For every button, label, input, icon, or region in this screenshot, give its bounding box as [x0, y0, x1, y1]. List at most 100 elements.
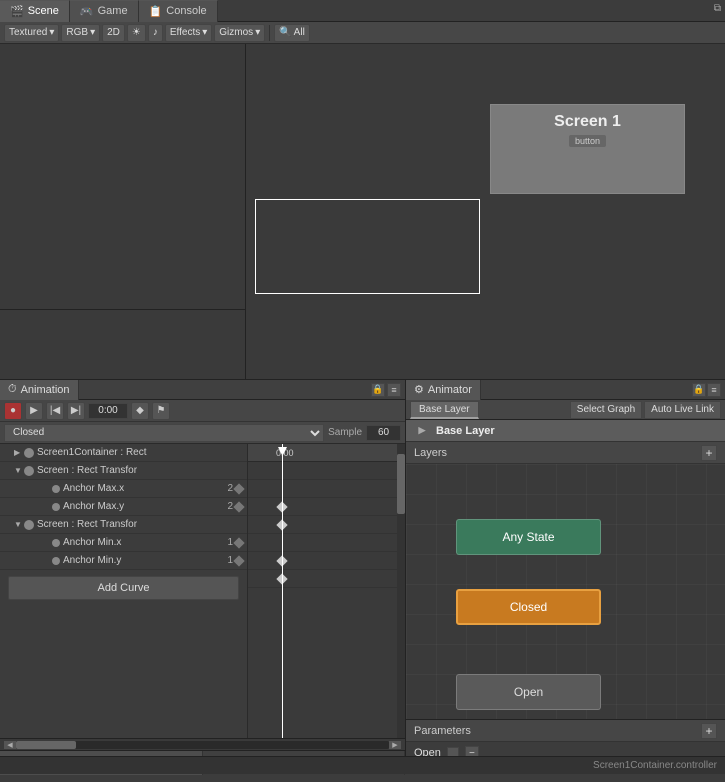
- animator-icon: ⚙: [414, 383, 424, 396]
- twod-label: 2D: [107, 27, 120, 38]
- prop-anchor-min-y[interactable]: Anchor Min.y 1: [0, 552, 247, 570]
- textured-label: Textured: [9, 27, 47, 38]
- timeline-row-5: [248, 552, 405, 570]
- any-state-node[interactable]: Any State: [456, 519, 601, 555]
- prop-value-2: 2: [219, 483, 233, 494]
- params-add-button[interactable]: +: [701, 723, 717, 739]
- all-search[interactable]: 🔍 All: [274, 24, 310, 42]
- closed-label: Closed: [510, 600, 547, 614]
- prop-icon-1: [24, 466, 34, 476]
- params-header: Parameters +: [406, 720, 725, 742]
- screen1-sub: button: [569, 135, 606, 147]
- auto-live-link-button[interactable]: Auto Live Link: [644, 401, 721, 419]
- prop-value-3: 2: [219, 501, 233, 512]
- toolbar-separator: [269, 25, 270, 41]
- textured-dropdown[interactable]: Textured ▾: [4, 24, 59, 42]
- layer-tab-right: Select Graph Auto Live Link: [570, 401, 721, 419]
- add-event-button[interactable]: ⚑: [152, 402, 170, 420]
- open-state-node[interactable]: Open: [456, 674, 601, 710]
- add-curve-button[interactable]: Add Curve: [8, 576, 239, 600]
- controller-label: Screen1Container.controller: [593, 760, 717, 771]
- animation-panel-controls: 🔒 ≡: [371, 383, 405, 397]
- timeline-row-3: [248, 516, 405, 534]
- prev-keyframe-button[interactable]: |◀: [46, 402, 64, 420]
- animation-tab[interactable]: ⏱ Animation: [0, 380, 79, 400]
- base-layer-label: Base Layer: [419, 404, 470, 415]
- timeline-row-1: [248, 480, 405, 498]
- prop-screen-rect2[interactable]: ▼ Screen : Rect Transfor: [0, 516, 247, 534]
- gizmos-dropdown[interactable]: Gizmos ▾: [214, 24, 265, 42]
- timeline-cursor: [282, 444, 283, 738]
- prop-anchor-min-x[interactable]: Anchor Min.x 1: [0, 534, 247, 552]
- any-state-label: Any State: [502, 530, 554, 544]
- timeline-scroll-area: ◀ ▶: [0, 738, 405, 750]
- effects-arrow-icon: ▾: [202, 27, 207, 38]
- prop-arrow-4: ▼: [14, 520, 24, 529]
- scene-toolbar: Textured ▾ RGB ▾ 2D ☀ ♪ Effects ▾ Gizmos…: [0, 22, 725, 44]
- tab-console[interactable]: 📋 Console: [139, 0, 218, 22]
- scroll-right-arrow[interactable]: ▶: [389, 741, 401, 749]
- clip-row: Closed Sample: [0, 422, 405, 444]
- screen1-card: Screen 1 button: [490, 104, 685, 194]
- console-icon: 📋: [149, 5, 163, 18]
- prop-icon-3: [52, 503, 60, 511]
- animation-panel: ⏱ Animation 🔒 ≡ ● ▶ |◀ ▶| ◆ ⚑ Closed Sam…: [0, 379, 405, 774]
- prop-arrow-1: ▼: [14, 466, 24, 475]
- tab-scene[interactable]: 🎬 Scene: [0, 0, 70, 22]
- layers-add-button[interactable]: +: [701, 445, 717, 461]
- next-keyframe-button[interactable]: ▶|: [67, 402, 85, 420]
- prop-name-4: Screen : Rect Transfor: [37, 519, 243, 530]
- animation-timeline[interactable]: 0:00: [248, 444, 405, 738]
- animator-tab-bar: ⚙ Animator 🔒 ≡: [406, 380, 725, 400]
- animator-footer: Screen1Container.controller: [0, 756, 725, 774]
- add-keyframe-button[interactable]: ◆: [131, 402, 149, 420]
- rgb-dropdown[interactable]: RGB ▾: [61, 24, 100, 42]
- scroll-thumb: [16, 741, 76, 749]
- prop-diamond-5: [233, 537, 244, 548]
- clip-select[interactable]: Closed: [4, 424, 324, 442]
- timeline-scrollbar-vertical[interactable]: [397, 444, 405, 738]
- closed-state-node[interactable]: Closed: [456, 589, 601, 625]
- animation-menu-btn[interactable]: ≡: [387, 383, 401, 397]
- animator-lock-btn[interactable]: 🔒: [692, 383, 706, 397]
- prop-screen-rect1[interactable]: ▼ Screen : Rect Transfor: [0, 462, 247, 480]
- textured-arrow-icon: ▾: [49, 27, 54, 38]
- prop-icon-2: [52, 485, 60, 493]
- play-button[interactable]: ▶: [25, 402, 43, 420]
- prop-anchor-max-x[interactable]: Anchor Max.x 2: [0, 480, 247, 498]
- select-graph-button[interactable]: Select Graph: [570, 401, 642, 419]
- animator-graph[interactable]: Any State Closed Open: [406, 464, 725, 719]
- scene-icon: 🎬: [10, 5, 24, 18]
- animator-tab[interactable]: ⚙ Animator: [406, 380, 481, 400]
- maximize-icon[interactable]: ⧉: [714, 3, 721, 14]
- sun-icon-btn[interactable]: ☀: [127, 24, 146, 42]
- layers-label: Layers: [414, 447, 447, 459]
- animator-state-header-label: Base Layer: [436, 425, 495, 437]
- prop-name-5: Anchor Min.x: [63, 537, 219, 548]
- prop-value-6: 1: [219, 555, 233, 566]
- audio-icon-btn[interactable]: ♪: [148, 24, 163, 42]
- base-layer-tab[interactable]: Base Layer: [410, 401, 479, 419]
- animator-state-header: ▶ Base Layer: [406, 420, 725, 442]
- gizmos-label: Gizmos: [219, 27, 253, 38]
- animator-menu-btn[interactable]: ≡: [707, 383, 721, 397]
- animator-panel: ⚙ Animator 🔒 ≡ Base Layer Select Graph A…: [405, 379, 725, 774]
- twod-button[interactable]: 2D: [102, 24, 125, 42]
- sample-input[interactable]: [366, 425, 401, 441]
- scroll-left-arrow[interactable]: ◀: [4, 741, 16, 749]
- prop-anchor-max-y[interactable]: Anchor Max.y 2: [0, 498, 247, 516]
- animator-tab-label: Animator: [428, 384, 472, 396]
- time-input[interactable]: [88, 403, 128, 419]
- record-button[interactable]: ●: [4, 402, 22, 420]
- scroll-track[interactable]: [16, 741, 389, 749]
- prop-screen1container[interactable]: ▶ Screen1Container : Rect: [0, 444, 247, 462]
- effects-label: Effects: [170, 27, 200, 38]
- tab-game[interactable]: 🎮 Game: [70, 0, 139, 22]
- effects-dropdown[interactable]: Effects ▾: [165, 24, 212, 42]
- timeline-row-2: [248, 498, 405, 516]
- timeline-row-4: [248, 534, 405, 552]
- timeline-header: 0:00: [248, 444, 405, 462]
- prop-arrow-0: ▶: [14, 448, 24, 457]
- animation-lock-btn[interactable]: 🔒: [371, 383, 385, 397]
- prop-icon-6: [52, 557, 60, 565]
